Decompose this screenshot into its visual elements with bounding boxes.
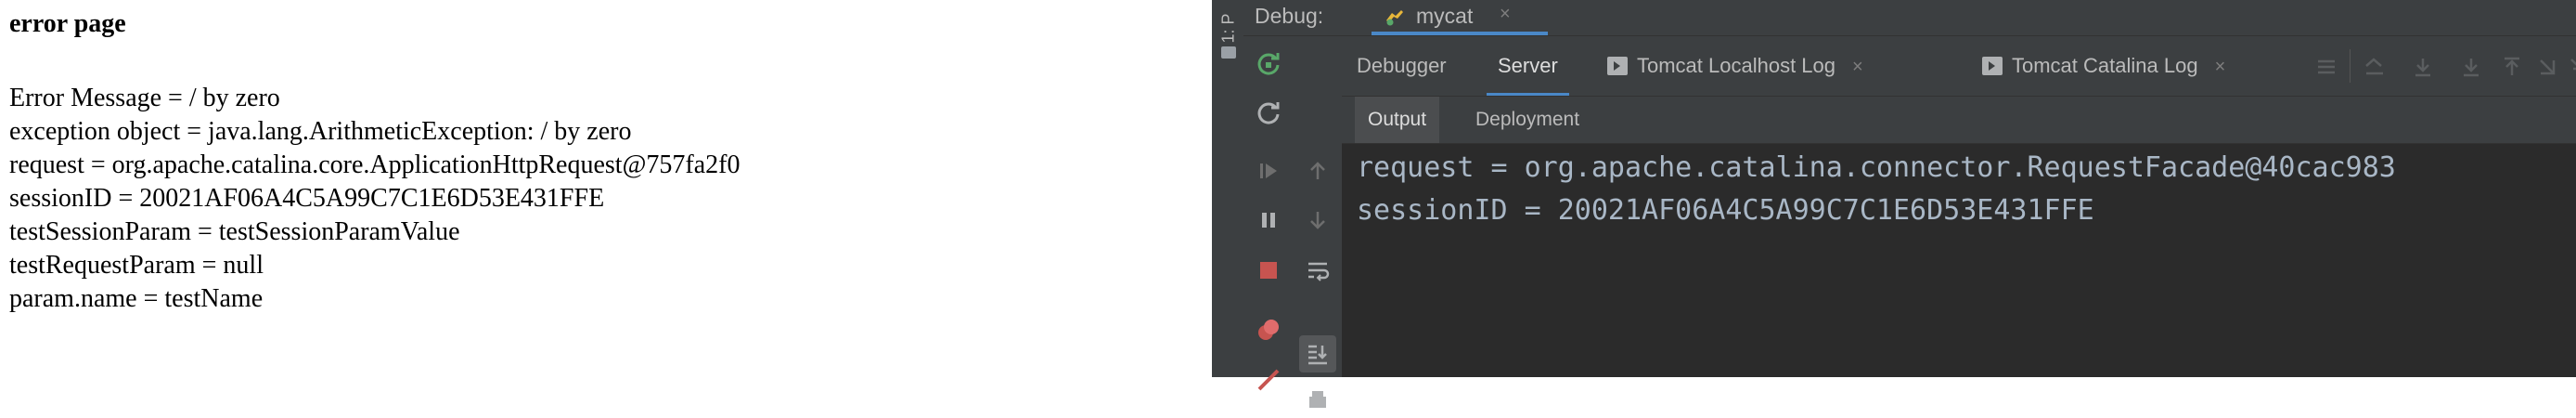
server-subtabs: Output Deployment bbox=[1342, 97, 2576, 144]
toolbar-divider bbox=[2350, 49, 2351, 83]
print-button[interactable] bbox=[1301, 385, 1334, 418]
error-details: Error Message = / by zero exception obje… bbox=[9, 82, 740, 316]
menu-icon[interactable] bbox=[2316, 57, 2337, 77]
tab-debugger[interactable]: Debugger bbox=[1357, 36, 1447, 96]
drop-frame-icon[interactable] bbox=[2537, 57, 2557, 77]
console-toolbar bbox=[1294, 36, 1342, 408]
step-into-icon[interactable] bbox=[2461, 57, 2481, 77]
resume-button[interactable] bbox=[1252, 154, 1285, 188]
stop-icon bbox=[1260, 262, 1277, 279]
ide-debug-window: 1: P Debug: mycat × Debugger Server Tomc… bbox=[1212, 0, 2576, 408]
param-name-line: param.name = testName bbox=[9, 284, 264, 313]
run-config-label: mycat bbox=[1416, 4, 1474, 28]
arrow-down-icon bbox=[1310, 212, 1325, 229]
scroll-down-button[interactable] bbox=[1301, 203, 1334, 237]
console-output[interactable]: request = org.apache.catalina.connector.… bbox=[1342, 144, 2576, 377]
close-icon[interactable]: × bbox=[2215, 57, 2226, 77]
breakpoints-icon bbox=[1258, 320, 1279, 340]
arrow-up-icon bbox=[1310, 162, 1325, 179]
pause-button[interactable] bbox=[1252, 203, 1285, 237]
tab-debugger-label: Debugger bbox=[1357, 54, 1447, 77]
soft-wrap-icon bbox=[1308, 262, 1330, 281]
tab-output[interactable]: Output bbox=[1355, 97, 1440, 143]
project-tool-label: 1: P bbox=[1218, 13, 1238, 44]
scroll-to-end-icon bbox=[1308, 345, 1327, 365]
tab-tomcat-localhost-log-label: Tomcat Localhost Log bbox=[1637, 54, 1836, 77]
browser-page: error page Error Message = / by zero exc… bbox=[0, 0, 1212, 377]
tab-tomcat-localhost-log[interactable]: Tomcat Localhost Log × bbox=[1607, 36, 1863, 96]
request-line: request = org.apache.catalina.core.Appli… bbox=[9, 150, 741, 179]
debug-toolbar bbox=[1243, 36, 1294, 391]
console-line: sessionID = 20021AF06A4C5A99C7C1E6D53E43… bbox=[1357, 194, 2094, 227]
step-over-icon[interactable] bbox=[2413, 57, 2433, 77]
close-icon[interactable]: × bbox=[1500, 4, 1511, 25]
log-icon bbox=[1607, 57, 1628, 75]
debug-actions bbox=[2309, 36, 2576, 96]
pause-icon bbox=[1262, 213, 1275, 228]
scroll-to-end-button[interactable] bbox=[1299, 335, 1336, 372]
project-tool-button[interactable]: 1: P bbox=[1216, 7, 1240, 45]
test-request-param-line: testRequestParam = null bbox=[9, 251, 264, 280]
error-message-line: Error Message = / by zero bbox=[9, 84, 280, 112]
soft-wrap-button[interactable] bbox=[1301, 254, 1334, 287]
scroll-up-button[interactable] bbox=[1301, 154, 1334, 188]
tab-tomcat-catalina-log-label: Tomcat Catalina Log bbox=[2012, 54, 2198, 77]
resume-icon bbox=[1260, 163, 1277, 178]
tool-window-strip: 1: P bbox=[1212, 0, 1244, 377]
debug-title-bar: Debug: mycat × bbox=[1243, 0, 2576, 36]
log-icon bbox=[1982, 57, 2003, 75]
close-icon[interactable]: × bbox=[1852, 57, 1863, 77]
page-title: error page bbox=[9, 9, 126, 38]
folder-icon bbox=[1221, 46, 1236, 59]
run-config-tab-mycat[interactable]: mycat × bbox=[1372, 0, 1548, 35]
stop-button[interactable] bbox=[1252, 254, 1285, 287]
exception-object-line: exception object = java.lang.ArithmeticE… bbox=[9, 117, 632, 146]
print-icon bbox=[1309, 391, 1326, 408]
rerun-icon bbox=[1257, 53, 1280, 75]
mute-breakpoints-button[interactable] bbox=[1252, 361, 1285, 395]
active-tab-underline bbox=[1372, 32, 1548, 35]
run-to-cursor-icon[interactable] bbox=[2569, 57, 2576, 77]
refresh-button[interactable] bbox=[1252, 97, 1285, 130]
tomcat-icon bbox=[1386, 10, 1403, 26]
console-line: request = org.apache.catalina.connector.… bbox=[1357, 151, 2396, 184]
debug-label: Debug: bbox=[1255, 4, 1324, 28]
session-id-line: sessionID = 20021AF06A4C5A99C7C1E6D53E43… bbox=[9, 184, 605, 213]
refresh-icon bbox=[1257, 102, 1280, 124]
view-breakpoints-button[interactable] bbox=[1252, 313, 1285, 346]
tab-server[interactable]: Server bbox=[1487, 36, 1569, 96]
mute-breakpoints-icon bbox=[1257, 369, 1280, 391]
rerun-button[interactable] bbox=[1252, 47, 1285, 81]
tab-deployment[interactable]: Deployment bbox=[1462, 97, 1592, 143]
step-out-icon[interactable] bbox=[2502, 57, 2522, 77]
tab-server-label: Server bbox=[1498, 54, 1558, 77]
active-tab-underline bbox=[1487, 93, 1569, 96]
test-session-param-line: testSessionParam = testSessionParamValue bbox=[9, 217, 460, 246]
tab-tomcat-catalina-log[interactable]: Tomcat Catalina Log × bbox=[1982, 36, 2225, 96]
show-execution-point-icon[interactable] bbox=[2364, 57, 2385, 77]
debug-tabs: Debugger Server Tomcat Localhost Log × To… bbox=[1342, 36, 2576, 97]
